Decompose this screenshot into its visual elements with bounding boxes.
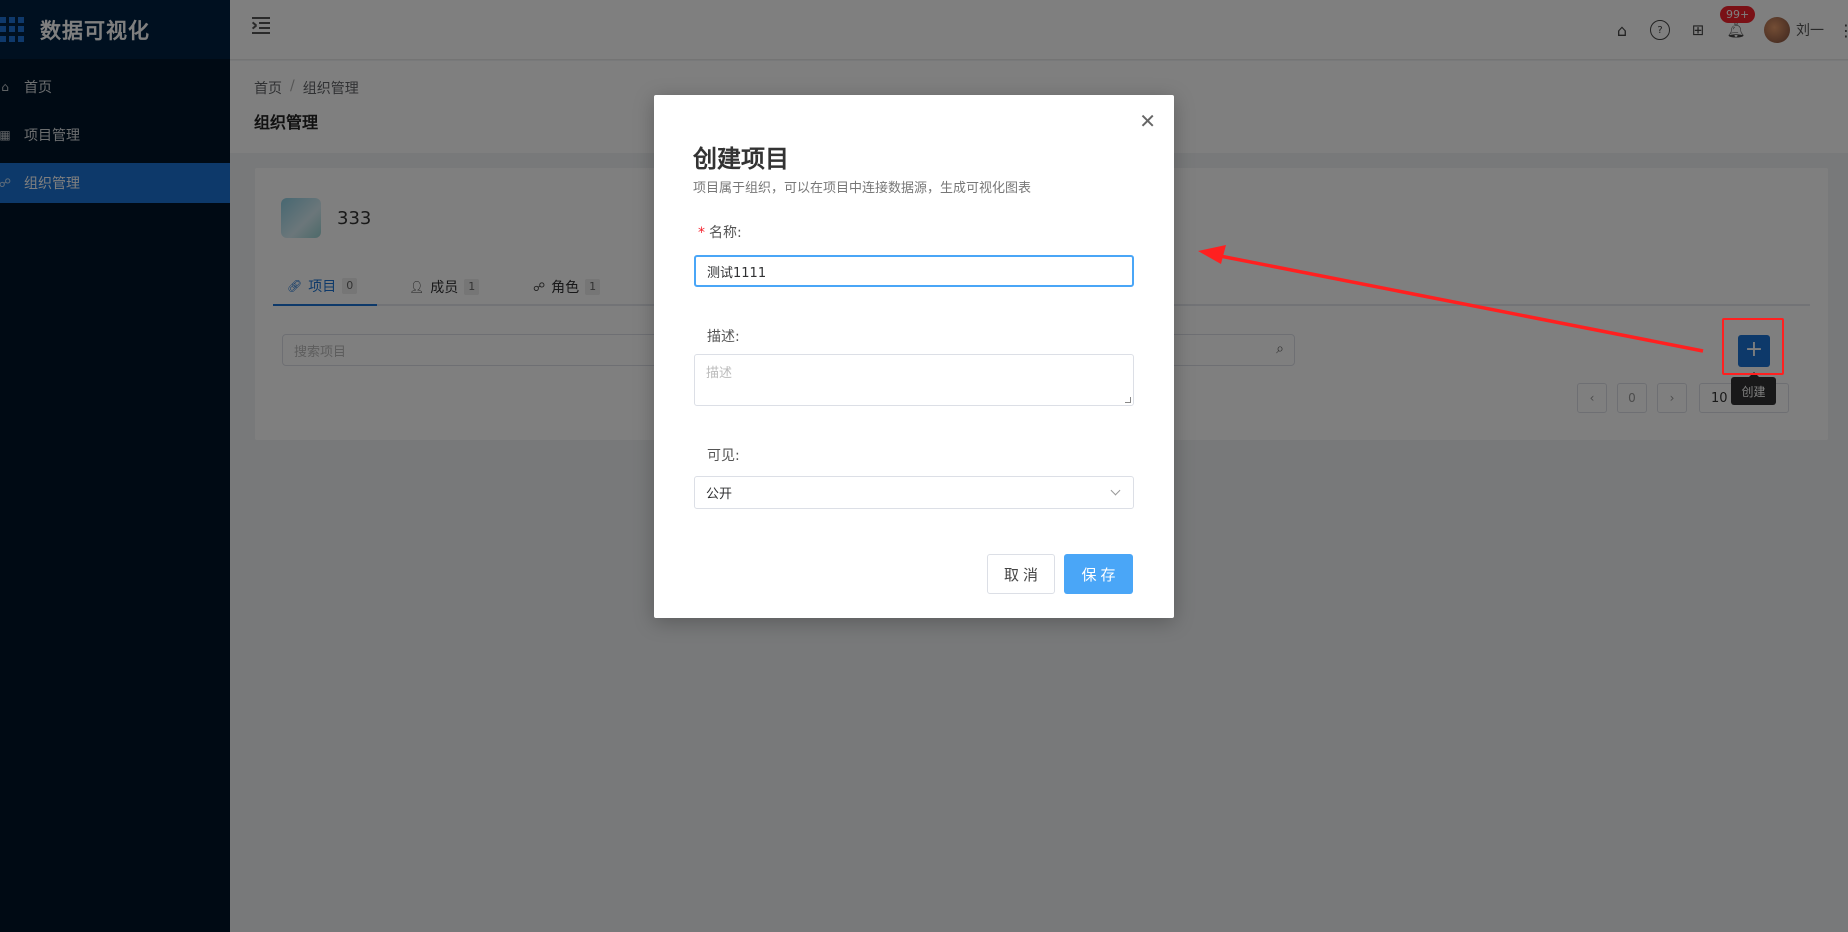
required-mark: *	[698, 225, 705, 241]
description-label: 描述:	[707, 329, 740, 345]
cancel-button[interactable]: 取消	[987, 554, 1055, 594]
annotation-highlight-box	[1722, 318, 1784, 375]
name-label-text: 名称:	[709, 225, 742, 241]
name-value: 测试1111	[707, 265, 767, 281]
resize-handle-icon[interactable]	[1125, 397, 1131, 403]
create-project-dialog: ✕ 创建项目 项目属于组织，可以在项目中连接数据源，生成可视化图表 * 名称: 测…	[654, 95, 1174, 618]
save-button[interactable]: 保存	[1064, 554, 1133, 594]
visibility-select[interactable]: 公开	[694, 476, 1134, 509]
dialog-title: 创建项目	[693, 145, 789, 173]
name-field[interactable]: 测试1111	[694, 255, 1134, 287]
close-icon[interactable]: ✕	[1139, 111, 1156, 131]
name-label: * 名称:	[698, 222, 742, 242]
description-placeholder: 描述	[706, 366, 733, 381]
dialog-subtitle: 项目属于组织，可以在项目中连接数据源，生成可视化图表	[693, 181, 1032, 196]
chevron-down-icon	[1110, 485, 1121, 496]
description-field[interactable]: 描述	[694, 354, 1134, 406]
visibility-value: 公开	[706, 487, 733, 502]
visibility-label: 可见:	[707, 448, 740, 464]
